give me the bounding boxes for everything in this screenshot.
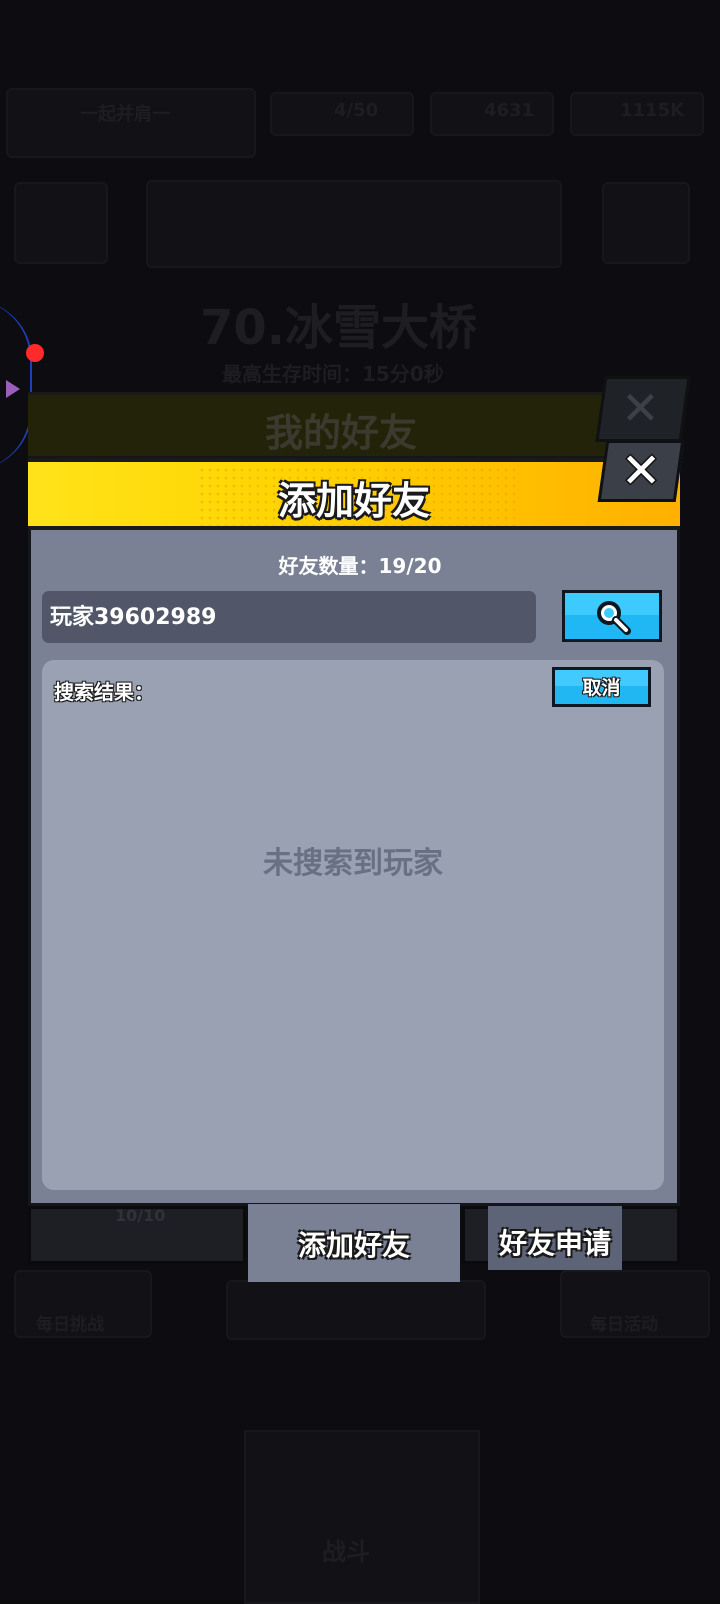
close-icon: ✕: [621, 443, 662, 499]
battle-label: 战斗: [322, 1538, 370, 1566]
friend-count: 好友数量：19/20: [278, 554, 442, 578]
cancel-button[interactable]: 取消: [552, 667, 651, 707]
level-title: 70.冰雪大桥: [200, 300, 478, 356]
player-name: 一起并肩一: [80, 104, 170, 125]
season-banner: [146, 180, 562, 268]
coins-value: 1115K: [620, 100, 685, 121]
expand-arrow-icon[interactable]: [6, 380, 20, 398]
tab-add-friend-label: 添加好友: [297, 1229, 410, 1262]
back-panel-close-button: ✕: [595, 376, 691, 442]
search-results-label: 搜索结果：: [54, 680, 154, 704]
dialog-header: 添加好友: [28, 458, 680, 530]
close-button[interactable]: ✕: [597, 440, 685, 502]
empty-results-message: 未搜索到玩家: [263, 846, 443, 881]
menu-button-dim: [14, 182, 108, 264]
shield-button-dim: [602, 182, 690, 264]
tab-friends-count: 10/10: [115, 1206, 166, 1225]
close-icon: ✕: [621, 381, 660, 435]
level-subtitle: 最高生存时间：15分0秒: [222, 362, 444, 386]
stamina-value: 4/50: [334, 100, 379, 121]
notification-dot: [26, 344, 44, 362]
gems-value: 4631: [484, 100, 535, 121]
dialog-title: 添加好友: [277, 479, 430, 523]
daily-event-label: 每日活动: [590, 1315, 658, 1335]
search-icon: [597, 601, 631, 635]
search-button[interactable]: [562, 590, 662, 642]
tab-friend-requests[interactable]: 好友申请: [488, 1206, 622, 1270]
tab-add-friend[interactable]: 添加好友: [248, 1204, 460, 1282]
tab-friend-requests-label: 好友申请: [498, 1227, 611, 1260]
cancel-button-label: 取消: [582, 677, 621, 699]
back-panel-title: 我的好友: [265, 411, 418, 455]
battle-tab-dim: [244, 1430, 480, 1604]
daily-challenge-label: 每日挑战: [36, 1315, 104, 1335]
center-bar-dim: [226, 1280, 486, 1340]
search-input[interactable]: 玩家39602989: [42, 591, 536, 643]
search-results-panel: [42, 660, 664, 1190]
